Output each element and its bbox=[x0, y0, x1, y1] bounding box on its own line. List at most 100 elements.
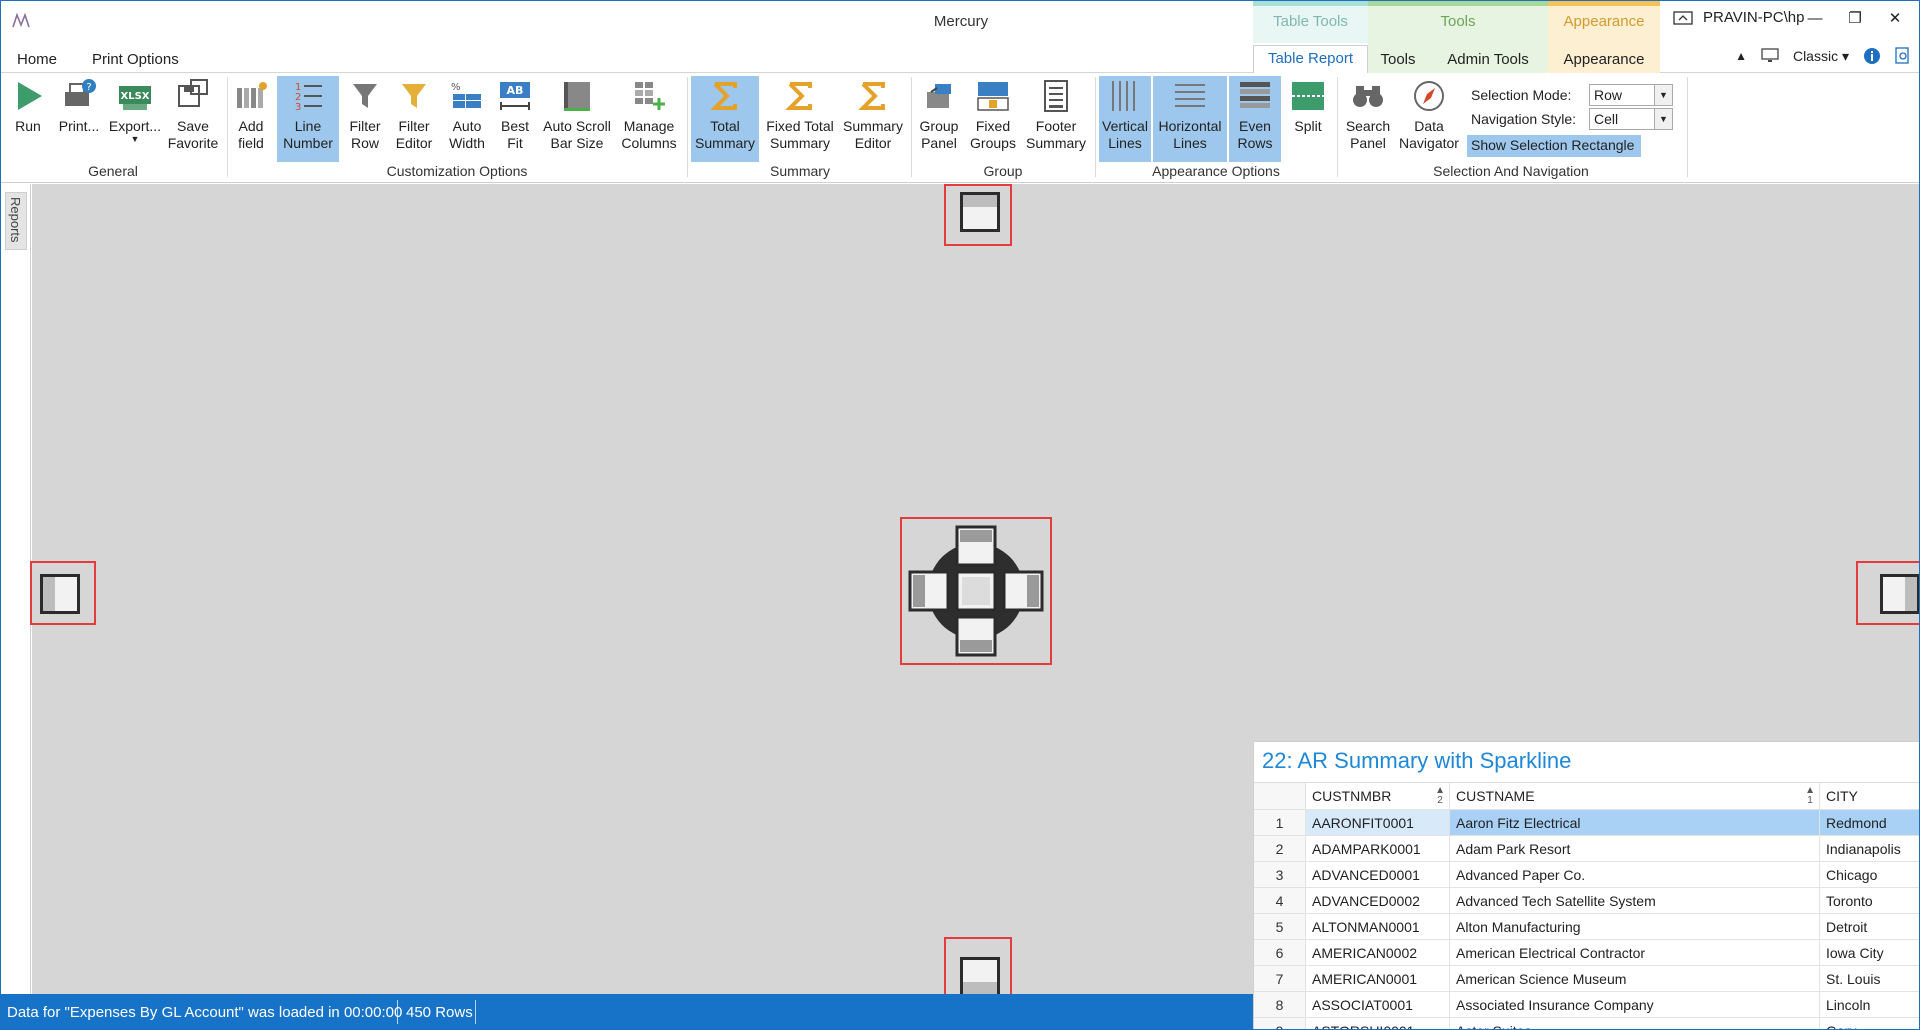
city-cell[interactable]: St. Louis bbox=[1820, 966, 1919, 991]
tab-admin-tools[interactable]: Admin Tools bbox=[1428, 43, 1548, 73]
summary-editor-icon bbox=[858, 82, 885, 110]
ribbon: Run ? Print... XLSX Export... ▼ Save Fav… bbox=[1, 73, 1919, 183]
run-button[interactable]: Run bbox=[7, 76, 49, 162]
city-cell[interactable]: Gary bbox=[1820, 1018, 1919, 1029]
column-header-city[interactable]: CITY bbox=[1820, 783, 1919, 809]
ribbon-separator bbox=[1687, 77, 1688, 177]
data-navigator-button[interactable]: Data Navigator bbox=[1397, 76, 1461, 162]
vertical-lines-button[interactable]: Vertical Lines bbox=[1099, 76, 1151, 162]
manage-columns-button[interactable]: Manage Columns bbox=[615, 76, 683, 162]
tab-print-options[interactable]: Print Options bbox=[84, 47, 187, 72]
table-row[interactable]: 6 AMERICAN0002 American Electrical Contrac… bbox=[1254, 940, 1919, 966]
row-number-cell[interactable]: 8 bbox=[1254, 992, 1306, 1017]
split-button[interactable]: Split bbox=[1285, 76, 1331, 162]
fixed-total-summary-button[interactable]: Fixed Total Summary bbox=[763, 76, 837, 162]
table-row[interactable]: 7 AMERICAN0001 American Science Museum St. … bbox=[1254, 966, 1919, 992]
tab-home[interactable]: Home bbox=[9, 47, 65, 72]
close-button[interactable]: ✕ bbox=[1875, 5, 1915, 31]
filter-editor-button[interactable]: Filter Editor bbox=[391, 76, 437, 162]
reports-tab[interactable]: Reports bbox=[5, 192, 27, 250]
export-button[interactable]: XLSX Export... ▼ bbox=[107, 76, 163, 162]
custname-cell[interactable]: American Electrical Contractor bbox=[1450, 940, 1820, 965]
city-cell[interactable]: Detroit bbox=[1820, 914, 1919, 939]
add-field-button[interactable]: Add field bbox=[229, 76, 273, 162]
best-fit-button[interactable]: AB Best Fit bbox=[493, 76, 537, 162]
custname-cell[interactable]: American Science Museum bbox=[1450, 966, 1820, 991]
custname-cell[interactable]: Aaron Fitz Electrical bbox=[1450, 810, 1820, 835]
minimize-button[interactable]: — bbox=[1795, 5, 1835, 31]
table-row[interactable]: 9ASTORSUI0001Astor SuitesGary bbox=[1254, 1018, 1919, 1029]
row-number-cell[interactable]: 1 bbox=[1254, 810, 1306, 835]
custnmbr-cell[interactable]: ADVANCED0001 bbox=[1306, 862, 1450, 887]
custnmbr-cell[interactable]: ASTORSUI0001 bbox=[1306, 1018, 1450, 1029]
restore-button[interactable]: ❐ bbox=[1835, 5, 1875, 31]
custnmbr-cell[interactable]: AARONFIT0001 bbox=[1306, 810, 1450, 835]
row-number-cell[interactable]: 3 bbox=[1254, 862, 1306, 887]
fixed-groups-button[interactable]: Fixed Groups bbox=[967, 76, 1019, 162]
row-number-cell[interactable]: 6 bbox=[1254, 940, 1306, 965]
auto-scroll-button[interactable]: Auto Scroll Bar Size bbox=[541, 76, 613, 162]
row-number-cell[interactable]: 5 bbox=[1254, 914, 1306, 939]
custnmbr-cell[interactable]: ADAMPARK0001 bbox=[1306, 836, 1450, 861]
city-cell[interactable]: Chicago bbox=[1820, 862, 1919, 887]
tab-table-report[interactable]: Table Report bbox=[1253, 45, 1368, 74]
dock-guide-center[interactable] bbox=[900, 517, 1052, 665]
custname-cell[interactable]: Associated Insurance Company bbox=[1450, 992, 1820, 1017]
tab-appearance[interactable]: Appearance bbox=[1548, 43, 1660, 73]
custnmbr-cell[interactable]: AMERICAN0001 bbox=[1306, 966, 1450, 991]
table-row[interactable]: 4 ADVANCED0002 Advanced Tech Satellite Sys… bbox=[1254, 888, 1919, 914]
even-rows-button[interactable]: Even Rows bbox=[1229, 76, 1281, 162]
custnmbr-cell[interactable]: ADVANCED0002 bbox=[1306, 888, 1450, 913]
navigation-style-select[interactable]: Cell ▼ bbox=[1589, 108, 1673, 130]
table-row[interactable]: 2 ADAMPARK0001 Adam Park Resort Indianapoli… bbox=[1254, 836, 1919, 862]
show-selection-rectangle-toggle[interactable]: Show Selection Rectangle bbox=[1467, 135, 1641, 157]
custnmbr-cell[interactable]: AMERICAN0002 bbox=[1306, 940, 1450, 965]
custname-cell[interactable]: Astor Suites bbox=[1450, 1018, 1820, 1029]
city-cell[interactable]: Iowa City bbox=[1820, 940, 1919, 965]
footer-summary-button[interactable]: Footer Summary bbox=[1023, 76, 1089, 162]
city-cell[interactable]: Lincoln bbox=[1820, 992, 1919, 1017]
column-header-custname[interactable]: CUSTNAME ▲ 1 bbox=[1450, 783, 1820, 809]
row-number-cell[interactable]: 4 bbox=[1254, 888, 1306, 913]
theme-selector[interactable]: Classic ▾ bbox=[1793, 48, 1849, 65]
app-logo-icon bbox=[12, 12, 30, 28]
custname-cell[interactable]: Adam Park Resort bbox=[1450, 836, 1820, 861]
selection-mode-select[interactable]: Row ▼ bbox=[1589, 84, 1673, 106]
tab-tools[interactable]: Tools bbox=[1368, 43, 1428, 73]
info-icon[interactable] bbox=[1863, 47, 1881, 65]
filter-row-button[interactable]: Filter Row bbox=[343, 76, 387, 162]
dock-guide-top[interactable] bbox=[944, 184, 1012, 246]
group-label-selection: Selection And Navigation bbox=[1433, 163, 1589, 179]
custname-cell[interactable]: Advanced Paper Co. bbox=[1450, 862, 1820, 887]
dock-guide-left[interactable] bbox=[30, 561, 96, 625]
row-number-cell[interactable]: 7 bbox=[1254, 966, 1306, 991]
line-number-button[interactable]: 1 2 3 Line Number bbox=[277, 76, 339, 162]
collapse-ribbon-icon[interactable]: ▲ bbox=[1735, 49, 1747, 63]
custname-cell[interactable]: Advanced Tech Satellite System bbox=[1450, 888, 1820, 913]
city-cell[interactable]: Indianapolis bbox=[1820, 836, 1919, 861]
city-cell[interactable]: Redmond bbox=[1820, 810, 1919, 835]
table-row[interactable]: 5 ALTONMAN0001 Alton Manufacturing Detroit bbox=[1254, 914, 1919, 940]
user-account[interactable]: PRAVIN-PC\hp bbox=[1673, 9, 1804, 26]
auto-width-button[interactable]: % Auto Width bbox=[443, 76, 491, 162]
table-row[interactable]: 3 ADVANCED0001 Advanced Paper Co. Chicago bbox=[1254, 862, 1919, 888]
custname-cell[interactable]: Alton Manufacturing bbox=[1450, 914, 1820, 939]
custnmbr-cell[interactable]: ASSOCIAT0001 bbox=[1306, 992, 1450, 1017]
search-panel-button[interactable]: Search Panel bbox=[1341, 76, 1395, 162]
table-row[interactable]: 8 ASSOCIAT0001 Associated Insurance Compan… bbox=[1254, 992, 1919, 1018]
print-button[interactable]: ? Print... bbox=[53, 76, 105, 162]
dock-guide-right[interactable] bbox=[1856, 561, 1919, 625]
row-number-cell[interactable]: 2 bbox=[1254, 836, 1306, 861]
table-row[interactable]: 1 AARONFIT0001 Aaron Fitz Electrical Redmon… bbox=[1254, 810, 1919, 836]
row-number-cell[interactable]: 9 bbox=[1254, 1018, 1306, 1029]
help-search-icon[interactable] bbox=[1895, 47, 1911, 65]
save-favorite-button[interactable]: Save Favorite bbox=[165, 76, 221, 162]
custnmbr-cell[interactable]: ALTONMAN0001 bbox=[1306, 914, 1450, 939]
horizontal-lines-button[interactable]: Horizontal Lines bbox=[1153, 76, 1227, 162]
total-summary-button[interactable]: Total Summary bbox=[691, 76, 759, 162]
summary-editor-button[interactable]: Summary Editor bbox=[839, 76, 907, 162]
group-panel-button[interactable]: Group Panel bbox=[915, 76, 963, 162]
column-header-custnmbr[interactable]: CUSTNMBR ▲ 2 bbox=[1306, 783, 1450, 809]
city-cell[interactable]: Toronto bbox=[1820, 888, 1919, 913]
dock-guide-bottom[interactable] bbox=[944, 937, 1012, 999]
